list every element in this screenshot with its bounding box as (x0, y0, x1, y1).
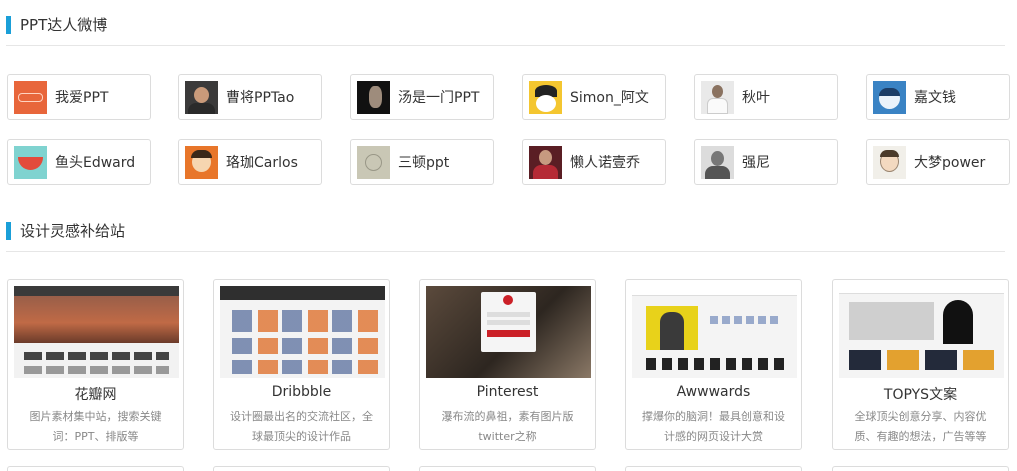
section-title-text: PPT达人微博 (20, 16, 108, 34)
avatar (529, 80, 562, 114)
weibo-user-card[interactable]: 三顿ppt (350, 139, 494, 185)
weibo-user-card[interactable]: 嘉文钱 (866, 74, 1010, 120)
user-name: 秋叶 (742, 90, 770, 106)
site-description: 设计圈最出名的交流社区，全球最顶尖的设计作品 (230, 410, 373, 443)
user-name: Simon_阿文 (570, 90, 649, 106)
site-thumbnail (839, 286, 1004, 378)
avatar (357, 145, 390, 179)
site-card-partial[interactable] (832, 466, 1009, 471)
site-thumbnail (632, 286, 797, 378)
divider (6, 251, 1005, 252)
avatar (529, 145, 562, 179)
weibo-user-card[interactable]: 汤是一门PPT (350, 74, 494, 120)
section-title-design: 设计灵感补给站 (6, 220, 125, 241)
weibo-user-card[interactable]: Simon_阿文 (522, 74, 666, 120)
site-card-partial[interactable] (213, 466, 390, 471)
user-name: 强尼 (742, 155, 770, 171)
avatar (185, 80, 218, 114)
site-thumbnail (14, 286, 179, 378)
accent-bar (6, 221, 11, 240)
weibo-user-card[interactable]: 大梦power (866, 139, 1010, 185)
site-card-dribbble[interactable]: Dribbble 设计圈最出名的交流社区，全球最顶尖的设计作品 (213, 279, 390, 450)
site-card-partial[interactable] (625, 466, 802, 471)
user-name: 曹将PPTao (226, 90, 295, 106)
user-name: 我爱PPT (55, 90, 109, 106)
site-card-awwwards[interactable]: Awwwards 撑爆你的脑洞！最具创意和设计感的网页设计大赏 (625, 279, 802, 450)
site-description: 瀑布流的鼻祖，素有图片版twitter之称 (441, 410, 574, 443)
site-description: 撑爆你的脑洞！最具创意和设计感的网页设计大赏 (642, 410, 785, 443)
weibo-user-card[interactable]: 懒人诺壹乔 (522, 139, 666, 185)
site-thumbnail (426, 286, 591, 378)
accent-bar (6, 15, 11, 34)
site-title: 花瓣网 (74, 387, 117, 403)
site-description: 图片素材集中站，搜索关键词：PPT、排版等 (29, 410, 162, 443)
section-title-text: 设计灵感补给站 (20, 222, 126, 240)
avatar (873, 145, 906, 179)
user-name: 珞珈Carlos (226, 155, 298, 171)
avatar (701, 80, 734, 114)
site-thumbnail (220, 286, 385, 378)
site-card-huaban[interactable]: 花瓣网 图片素材集中站，搜索关键词：PPT、排版等 (7, 279, 184, 450)
weibo-user-card[interactable]: 珞珈Carlos (178, 139, 322, 185)
site-card-topys[interactable]: TOPYS文案 全球顶尖创意分享、内容优质、有趣的想法，广告等等 (832, 279, 1009, 450)
weibo-user-card[interactable]: 曹将PPTao (178, 74, 322, 120)
avatar (701, 145, 734, 179)
avatar (357, 80, 390, 114)
avatar (873, 80, 906, 114)
avatar (14, 80, 47, 114)
user-name: 三顿ppt (398, 155, 450, 171)
site-card-partial[interactable] (419, 466, 596, 471)
avatar (185, 145, 218, 179)
site-title: TOPYS文案 (883, 387, 958, 403)
user-name: 嘉文钱 (914, 90, 956, 106)
avatar (14, 145, 47, 179)
weibo-user-card[interactable]: 强尼 (694, 139, 838, 185)
divider (6, 45, 1005, 46)
site-card-partial[interactable] (7, 466, 184, 471)
user-name: 汤是一门PPT (398, 90, 480, 106)
user-name: 鱼头Edward (55, 155, 136, 171)
user-name: 懒人诺壹乔 (570, 155, 640, 171)
section-title-weibo: PPT达人微博 (6, 14, 107, 35)
user-name: 大梦power (914, 155, 986, 171)
site-title: Awwwards (676, 384, 751, 400)
site-title: Dribbble (271, 384, 332, 400)
weibo-user-card[interactable]: 秋叶 (694, 74, 838, 120)
site-description: 全球顶尖创意分享、内容优质、有趣的想法，广告等等 (854, 410, 987, 443)
weibo-user-card[interactable]: 鱼头Edward (7, 139, 151, 185)
site-title: Pinterest (476, 384, 539, 400)
weibo-user-card[interactable]: 我爱PPT (7, 74, 151, 120)
site-card-pinterest[interactable]: Pinterest 瀑布流的鼻祖，素有图片版twitter之称 (419, 279, 596, 450)
